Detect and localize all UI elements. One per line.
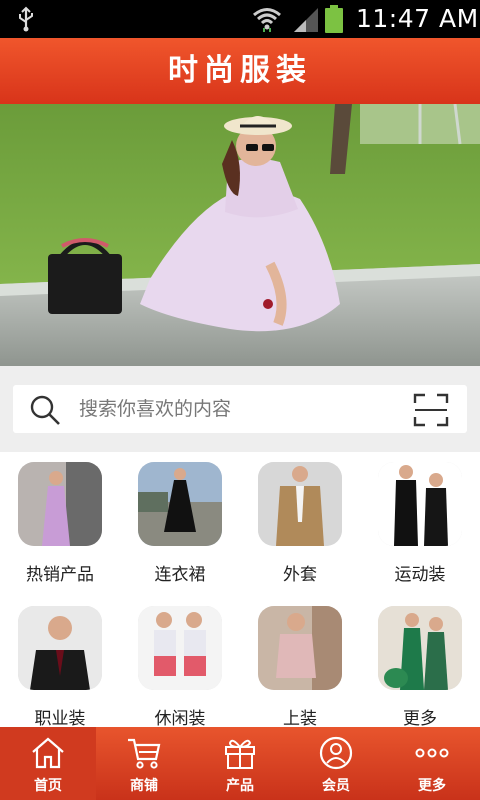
status-time: 11:47 AM (356, 4, 479, 33)
category-image (138, 462, 222, 546)
search-input[interactable]: 搜索你喜欢的内容 (79, 385, 231, 433)
category-tops[interactable]: 上装 (240, 596, 360, 732)
tab-label: 首页 (34, 778, 62, 794)
tab-shops[interactable]: 商铺 (96, 727, 192, 800)
category-more[interactable]: 更多 (360, 596, 480, 732)
tab-label: 产品 (226, 778, 254, 794)
category-label: 上装 (283, 709, 317, 729)
category-image (378, 462, 462, 546)
category-image (258, 462, 342, 546)
category-casual-wear[interactable]: 休闲装 (120, 596, 240, 732)
app-header: 时尚服装 (0, 38, 480, 104)
category-image (18, 462, 102, 546)
category-coats[interactable]: 外套 (240, 452, 360, 588)
tab-members[interactable]: 会员 (288, 727, 384, 800)
category-label: 热销产品 (26, 565, 94, 585)
category-label: 运动装 (394, 565, 446, 585)
status-bar: 11:47 AM (0, 0, 480, 38)
cart-icon (128, 738, 161, 769)
search-bar[interactable]: 搜索你喜欢的内容 (13, 385, 467, 433)
banner-carousel[interactable] (0, 104, 480, 366)
tab-products[interactable]: 产品 (192, 727, 288, 800)
category-sportswear[interactable]: 运动装 (360, 452, 480, 588)
wifi-icon (253, 8, 281, 32)
tab-home[interactable]: 首页 (0, 727, 96, 800)
more-icon (415, 748, 449, 758)
category-label: 外套 (283, 565, 317, 585)
bottom-tab-bar: 首页 商铺 产品 会员 更多 (0, 727, 480, 800)
member-icon (319, 736, 353, 770)
page-title: 时尚服装 (168, 53, 312, 88)
category-hot-products[interactable]: 热销产品 (0, 452, 120, 588)
category-grid: 热销产品 连衣裙 外套 运动装 职业装 休闲装 上装 更多 (0, 452, 480, 729)
tab-label: 商铺 (130, 778, 158, 794)
tab-label: 会员 (322, 778, 350, 794)
signal-icon (294, 8, 318, 32)
search-icon[interactable] (29, 394, 61, 426)
category-image (258, 606, 342, 690)
search-section: 搜索你喜欢的内容 (0, 366, 480, 452)
battery-icon (325, 5, 343, 33)
category-label: 更多 (403, 709, 437, 729)
category-label: 连衣裙 (154, 565, 206, 585)
gift-icon (225, 739, 255, 769)
tab-label: 更多 (418, 778, 446, 794)
category-label: 休闲装 (154, 709, 206, 729)
tab-more[interactable]: 更多 (384, 727, 480, 800)
category-image (378, 606, 462, 690)
banner-image (0, 104, 480, 366)
category-image (18, 606, 102, 690)
category-dresses[interactable]: 连衣裙 (120, 452, 240, 588)
category-image (138, 606, 222, 690)
scan-icon[interactable] (413, 393, 449, 427)
category-business-wear[interactable]: 职业装 (0, 596, 120, 732)
category-label: 职业装 (34, 709, 86, 729)
usb-icon (19, 6, 33, 32)
home-icon (32, 737, 64, 769)
